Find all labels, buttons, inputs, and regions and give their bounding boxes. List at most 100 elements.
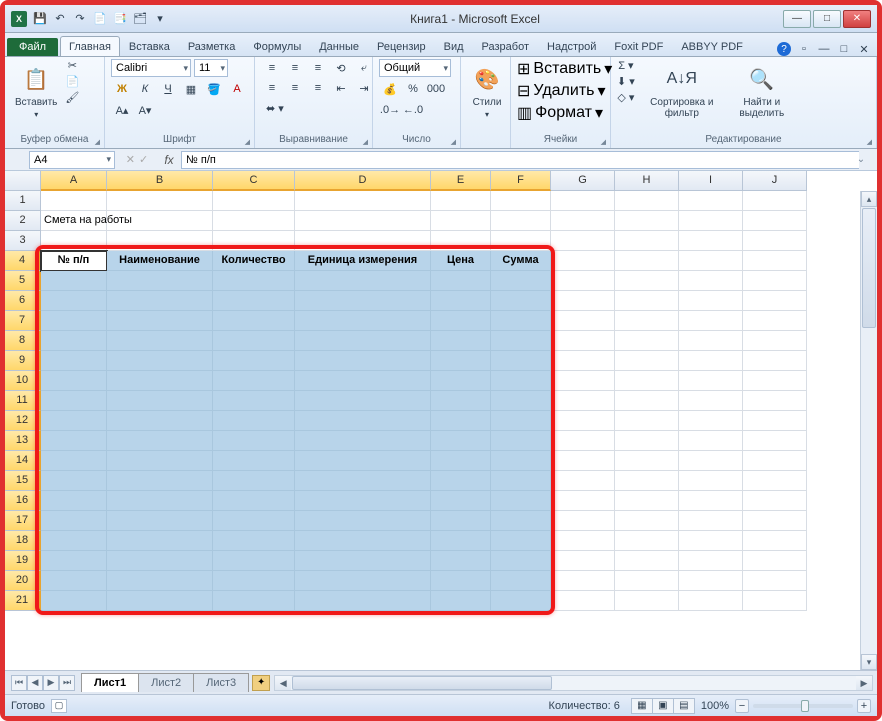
comma-icon[interactable]: 000	[425, 80, 447, 98]
cell[interactable]	[431, 231, 491, 251]
cell[interactable]	[213, 511, 295, 531]
row-header-1[interactable]: 1	[5, 191, 41, 211]
cell[interactable]	[41, 571, 107, 591]
cell[interactable]	[743, 231, 807, 251]
row-header-15[interactable]: 15	[5, 471, 41, 491]
cell[interactable]	[679, 471, 743, 491]
sheet-tab-Лист3[interactable]: Лист3	[193, 673, 249, 692]
fill-icon[interactable]: ⬇ ▾	[617, 75, 635, 88]
sort-filter-button[interactable]: А↓Я Сортировка и фильтр	[643, 59, 721, 119]
cell[interactable]	[491, 571, 551, 591]
column-header-I[interactable]: I	[679, 171, 743, 191]
cell[interactable]	[295, 291, 431, 311]
cell[interactable]	[679, 231, 743, 251]
row-header-16[interactable]: 16	[5, 491, 41, 511]
cell[interactable]	[295, 391, 431, 411]
cell[interactable]	[295, 451, 431, 471]
cell[interactable]: Смета на работы	[41, 211, 107, 231]
column-header-C[interactable]: C	[213, 171, 295, 191]
clear-icon[interactable]: ◇ ▾	[617, 91, 635, 104]
cell[interactable]	[743, 451, 807, 471]
styles-button[interactable]: 🎨 Стили ▾	[467, 59, 507, 119]
ribbon-tab-рецензир[interactable]: Рецензир	[368, 36, 435, 56]
cell[interactable]	[213, 471, 295, 491]
cell[interactable]	[615, 331, 679, 351]
cell[interactable]	[615, 371, 679, 391]
cell[interactable]	[491, 271, 551, 291]
cell[interactable]	[679, 351, 743, 371]
dec-decimal-icon[interactable]: ←.0	[402, 101, 424, 119]
cell[interactable]	[743, 271, 807, 291]
align-middle-icon[interactable]: ≡	[284, 59, 306, 77]
cell[interactable]	[615, 291, 679, 311]
font-color-button[interactable]: А	[226, 80, 248, 98]
cell[interactable]	[551, 391, 615, 411]
cell[interactable]	[431, 511, 491, 531]
macro-record-icon[interactable]: ▢	[51, 699, 67, 713]
cell[interactable]	[41, 311, 107, 331]
cell[interactable]	[41, 411, 107, 431]
ribbon-tab-вид[interactable]: Вид	[435, 36, 473, 56]
cell[interactable]	[431, 191, 491, 211]
cell[interactable]: Количество	[213, 251, 295, 271]
cell[interactable]	[743, 311, 807, 331]
expand-formula-icon[interactable]: ⌄	[853, 154, 869, 165]
cell[interactable]	[743, 391, 807, 411]
cell[interactable]	[431, 351, 491, 371]
align-right-icon[interactable]: ≡	[307, 79, 329, 97]
cell[interactable]	[679, 551, 743, 571]
currency-icon[interactable]: 💰	[379, 80, 401, 98]
autosum-icon[interactable]: Σ ▾	[617, 59, 635, 72]
cell[interactable]	[431, 331, 491, 351]
cell[interactable]	[743, 371, 807, 391]
zoom-out-button[interactable]: −	[735, 699, 749, 713]
format-painter-icon[interactable]: 🖌	[65, 91, 79, 104]
cell[interactable]	[551, 211, 615, 231]
row-header-11[interactable]: 11	[5, 391, 41, 411]
cell[interactable]	[431, 591, 491, 611]
zoom-in-button[interactable]: +	[857, 699, 871, 713]
cell[interactable]: Сумма	[491, 251, 551, 271]
cell[interactable]	[491, 551, 551, 571]
select-all-corner[interactable]	[5, 171, 41, 191]
maximize-button[interactable]: □	[813, 10, 841, 28]
cell[interactable]	[615, 411, 679, 431]
format-cells-button[interactable]: Формат	[535, 104, 592, 122]
cell[interactable]	[551, 411, 615, 431]
minimize-button[interactable]: —	[783, 10, 811, 28]
italic-button[interactable]: К	[134, 80, 156, 98]
cell[interactable]	[213, 371, 295, 391]
cell[interactable]	[41, 471, 107, 491]
delete-cells-icon[interactable]: ⊟	[517, 81, 530, 101]
cell[interactable]	[107, 291, 213, 311]
cell[interactable]	[551, 511, 615, 531]
ribbon-tab-формулы[interactable]: Формулы	[244, 36, 310, 56]
underline-button[interactable]: Ч	[157, 80, 179, 98]
ribbon-minimize-icon[interactable]: ▫	[797, 42, 811, 56]
cell[interactable]	[491, 331, 551, 351]
cell[interactable]	[551, 191, 615, 211]
scroll-thumb[interactable]	[862, 208, 876, 328]
align-bottom-icon[interactable]: ≡	[307, 59, 329, 77]
border-button[interactable]: ▦	[180, 80, 202, 98]
align-left-icon[interactable]: ≡	[261, 79, 283, 97]
cell[interactable]	[491, 191, 551, 211]
scroll-up-icon[interactable]: ▴	[861, 191, 877, 207]
cell[interactable]	[213, 351, 295, 371]
cell[interactable]	[615, 251, 679, 271]
close-button[interactable]: ✕	[843, 10, 871, 28]
vertical-scrollbar[interactable]: ▴ ▾	[860, 191, 877, 670]
cell[interactable]	[491, 391, 551, 411]
find-select-button[interactable]: 🔍 Найти и выделить	[725, 59, 799, 119]
cell[interactable]	[679, 411, 743, 431]
cell[interactable]	[551, 331, 615, 351]
view-pagebreak-icon[interactable]: ▤	[673, 698, 695, 714]
cell[interactable]	[491, 291, 551, 311]
cell[interactable]	[551, 291, 615, 311]
cell[interactable]	[679, 431, 743, 451]
row-header-3[interactable]: 3	[5, 231, 41, 251]
cell[interactable]	[743, 591, 807, 611]
row-header-17[interactable]: 17	[5, 511, 41, 531]
row-header-12[interactable]: 12	[5, 411, 41, 431]
cell[interactable]: № п/п	[41, 251, 107, 271]
